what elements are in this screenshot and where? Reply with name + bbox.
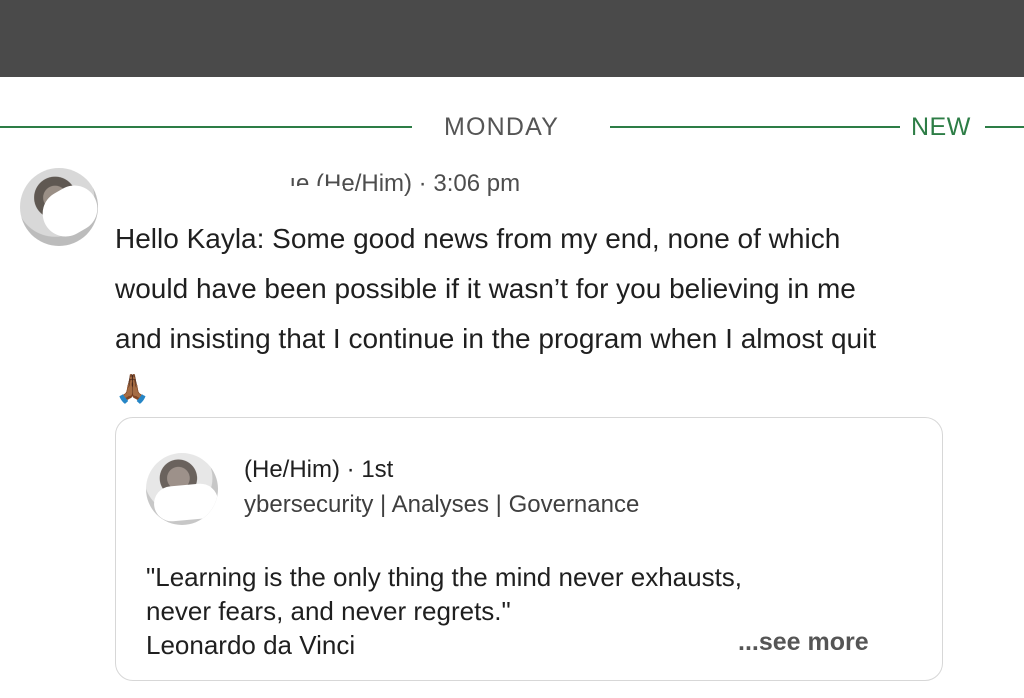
shared-profile-card[interactable]: (He/Him) · 1st ybersecurity | Analyses |… [115,417,943,681]
card-name-line[interactable]: (He/Him) · 1st [244,456,393,484]
divider-line-left [0,126,412,128]
top-bar [0,0,1024,77]
avatar-redaction [34,177,98,245]
card-headline: ybersecurity | Analyses | Governance [244,491,640,518]
new-label: NEW [911,113,971,141]
card-avatar-redaction [152,482,218,523]
message-text: Hello Kayla: Some good news from my end,… [115,223,877,354]
message-body: Hello Kayla: Some good news from my end,… [115,214,895,414]
praying-hands-emoji: 🙏🏾 [115,373,150,404]
card-avatar[interactable] [146,453,218,525]
divider-line-right [985,126,1024,128]
sender-avatar[interactable] [20,168,98,246]
divider-line-middle [610,126,900,128]
day-divider: MONDAY NEW [0,108,1024,144]
day-label: MONDAY [444,113,560,141]
see-more-link[interactable]: ...see more [738,628,869,657]
sender-name-redaction [255,186,343,198]
